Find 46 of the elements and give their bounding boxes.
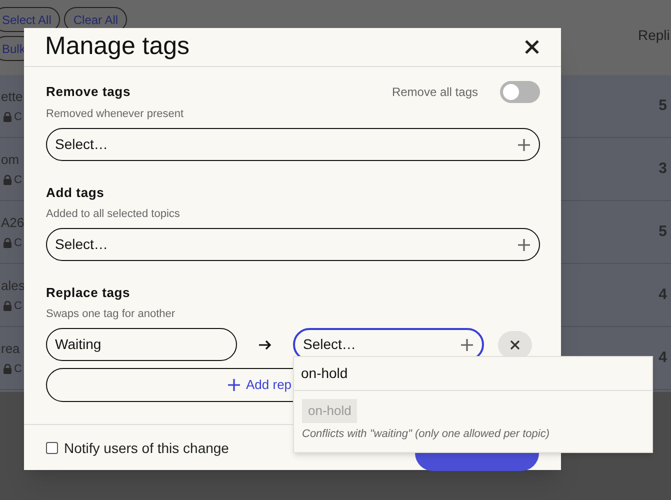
- section-hint: Removed whenever present: [46, 106, 185, 122]
- plus-icon: [517, 138, 531, 152]
- section-title: Remove tags: [46, 82, 130, 101]
- topic-title[interactable]: rea: [1, 339, 22, 358]
- section-title: Add tags: [46, 184, 104, 202]
- reply-count: 5: [658, 96, 667, 116]
- notify-label: Notify users of this change: [64, 438, 229, 458]
- close-icon: [524, 38, 540, 55]
- topic-meta: C: [14, 110, 22, 124]
- lock-icon: [3, 112, 12, 122]
- section-hint: Swaps one tag for another: [46, 306, 176, 322]
- lock-icon: [3, 300, 12, 311]
- select-field[interactable]: Select…: [46, 228, 540, 261]
- plus-icon: [517, 238, 531, 252]
- search-query[interactable]: on-hold: [301, 363, 348, 384]
- x-icon: [510, 340, 520, 350]
- from-tag-field[interactable]: Waiting: [46, 328, 237, 361]
- topic-meta: C: [14, 298, 22, 314]
- remove-all-toggle[interactable]: [500, 80, 540, 102]
- topic-title[interactable]: A26: [1, 213, 24, 232]
- topic-title[interactable]: ales: [1, 276, 25, 296]
- plus-icon: [460, 338, 474, 352]
- lock-icon: [3, 238, 12, 248]
- close-button[interactable]: [524, 38, 540, 55]
- topic-meta: C: [14, 236, 22, 250]
- plus-icon: [227, 378, 241, 392]
- conflict-note: Conflicts with "waiting" (only one allowed per topic): [302, 426, 550, 442]
- remove-row-button[interactable]: [498, 330, 532, 358]
- section-title: Replace tags: [46, 284, 130, 302]
- reply-count: 4: [658, 348, 667, 368]
- topic-title[interactable]: om: [1, 150, 22, 170]
- toggle-label: Remove all tags: [392, 84, 478, 100]
- column-header: Repli: [638, 26, 670, 45]
- arrow-right-icon: [258, 338, 272, 350]
- topic-title[interactable]: ette: [1, 87, 23, 106]
- section-hint: Added to all selected topics: [46, 206, 181, 222]
- reply-count: 4: [658, 284, 667, 305]
- notify-checkbox[interactable]: [46, 442, 58, 454]
- lock-icon: [3, 364, 12, 374]
- lock-icon: [3, 174, 12, 185]
- dialog-title: Manage tags: [45, 31, 190, 62]
- reply-count: 5: [658, 222, 667, 242]
- topic-meta: C: [14, 362, 22, 376]
- reply-count: 3: [658, 158, 667, 179]
- topic-meta: C: [14, 172, 22, 188]
- select-field[interactable]: Select…: [46, 128, 540, 161]
